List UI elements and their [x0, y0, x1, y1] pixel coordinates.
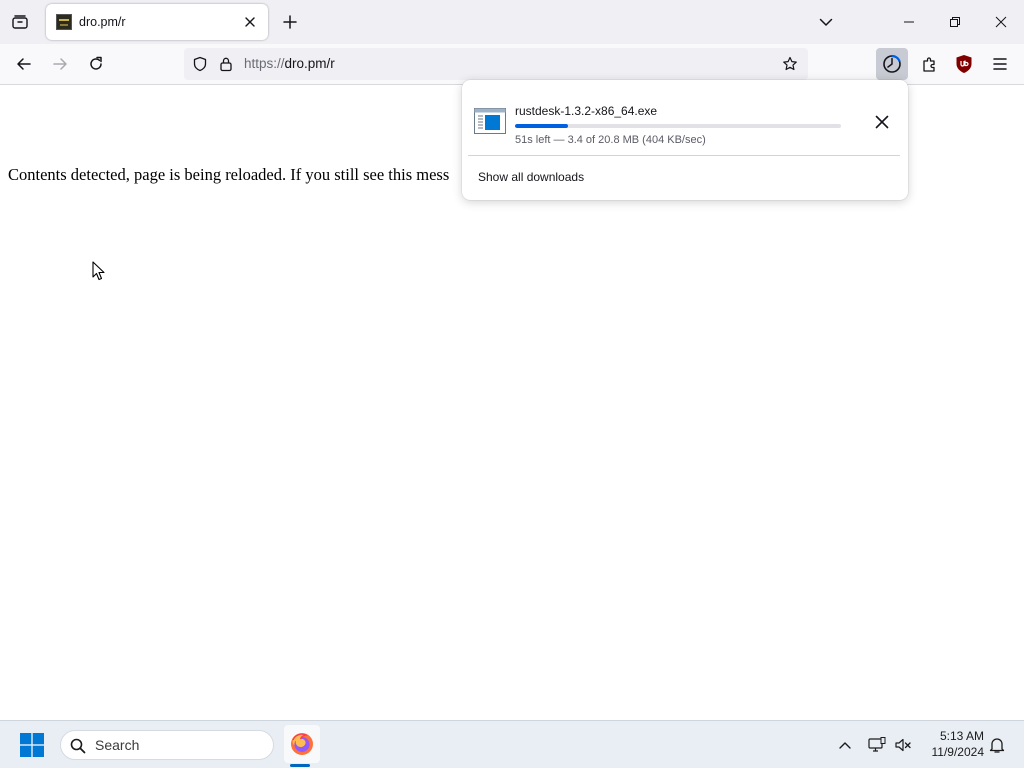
clock-time: 5:13 AM — [939, 729, 984, 743]
show-hidden-icons-button[interactable] — [834, 733, 856, 757]
tab-list-icon — [12, 15, 28, 29]
plus-icon — [283, 15, 297, 29]
taskbar-firefox-button[interactable] — [284, 725, 320, 763]
tracking-protection-button[interactable] — [188, 52, 212, 76]
search-label: Search — [95, 737, 140, 753]
address-bar[interactable]: https://dro.pm/r — [184, 48, 808, 80]
mouse-cursor-icon — [92, 261, 105, 281]
tabs-overflow-button[interactable] — [814, 10, 838, 34]
ublock-origin-button[interactable] — [950, 50, 978, 78]
tab-strip: dro.pm/r — [0, 0, 1024, 44]
clock-date: 11/9/2024 — [931, 745, 985, 759]
site-info-button[interactable] — [216, 52, 236, 76]
downloads-button[interactable] — [876, 48, 908, 80]
download-filename: rustdesk-1.3.2-x86_64.exe — [515, 104, 658, 118]
show-all-downloads-button[interactable]: Show all downloads — [470, 162, 900, 192]
system-clock[interactable]: 5:13 AM 11/9/2024 — [920, 728, 985, 760]
panel-divider — [468, 155, 900, 156]
chevron-down-icon — [819, 18, 833, 26]
close-icon — [875, 115, 889, 129]
forward-button[interactable] — [46, 50, 74, 78]
new-tab-button[interactable] — [278, 10, 302, 34]
window-minimize-button[interactable] — [886, 0, 932, 44]
star-icon — [783, 56, 797, 71]
chevron-up-icon — [839, 742, 851, 749]
network-button[interactable] — [866, 733, 888, 757]
restore-icon — [950, 17, 960, 27]
minimize-icon — [904, 21, 914, 23]
window-restore-button[interactable] — [932, 0, 978, 44]
download-progress-icon — [883, 54, 901, 73]
puzzle-icon — [923, 57, 935, 72]
volume-muted-icon — [895, 738, 911, 752]
url-scheme: https:// — [244, 56, 285, 71]
url-host: dro.pm/r — [284, 56, 335, 71]
app-menu-button[interactable] — [986, 50, 1014, 78]
running-app-indicator — [290, 764, 310, 767]
lock-icon — [220, 57, 232, 72]
windows-taskbar: Search 5:13 AM 11/9/2024 — [0, 720, 1024, 768]
notifications-button[interactable] — [986, 733, 1008, 757]
download-item[interactable]: rustdesk-1.3.2-x86_64.exe 51s left — 3.4… — [466, 86, 904, 152]
extensions-button[interactable] — [916, 50, 944, 78]
taskbar-search-box[interactable]: Search — [60, 730, 274, 760]
volume-button[interactable] — [892, 733, 914, 757]
shield-icon — [193, 56, 207, 72]
reload-button[interactable] — [82, 50, 110, 78]
downloads-panel: rustdesk-1.3.2-x86_64.exe 51s left — 3.4… — [462, 80, 908, 200]
arrow-left-icon — [17, 58, 31, 70]
search-icon — [69, 737, 87, 755]
tab-title: dro.pm/r — [79, 15, 126, 29]
browser-tab-active[interactable]: dro.pm/r — [46, 4, 268, 40]
back-button[interactable] — [10, 50, 38, 78]
network-icon — [868, 737, 886, 752]
cancel-download-button[interactable] — [868, 108, 896, 136]
arrow-right-icon — [53, 58, 67, 70]
bell-icon — [989, 738, 1005, 753]
firefox-icon — [291, 733, 313, 755]
bookmark-star-button[interactable] — [778, 52, 802, 76]
url-text[interactable]: https://dro.pm/r — [244, 56, 335, 71]
list-all-tabs-button[interactable] — [6, 8, 34, 36]
start-button[interactable] — [14, 727, 50, 763]
close-icon — [245, 17, 255, 27]
tab-close-button[interactable] — [240, 12, 260, 32]
navigation-toolbar: https://dro.pm/r — [0, 44, 1024, 85]
windows-logo-icon — [20, 733, 44, 757]
exe-file-icon — [474, 108, 506, 134]
site-favicon-icon — [56, 14, 72, 30]
reload-icon — [90, 56, 102, 70]
close-icon — [995, 16, 1007, 28]
window-close-button[interactable] — [978, 0, 1024, 44]
ublock-shield-icon — [956, 55, 972, 73]
page-message: Contents detected, page is being reloade… — [8, 165, 450, 184]
download-progress-bar — [515, 124, 841, 128]
hamburger-menu-icon — [993, 58, 1007, 70]
download-status: 51s left — 3.4 of 20.8 MB (404 KB/sec) — [515, 134, 706, 146]
download-progress-fill — [515, 124, 569, 128]
